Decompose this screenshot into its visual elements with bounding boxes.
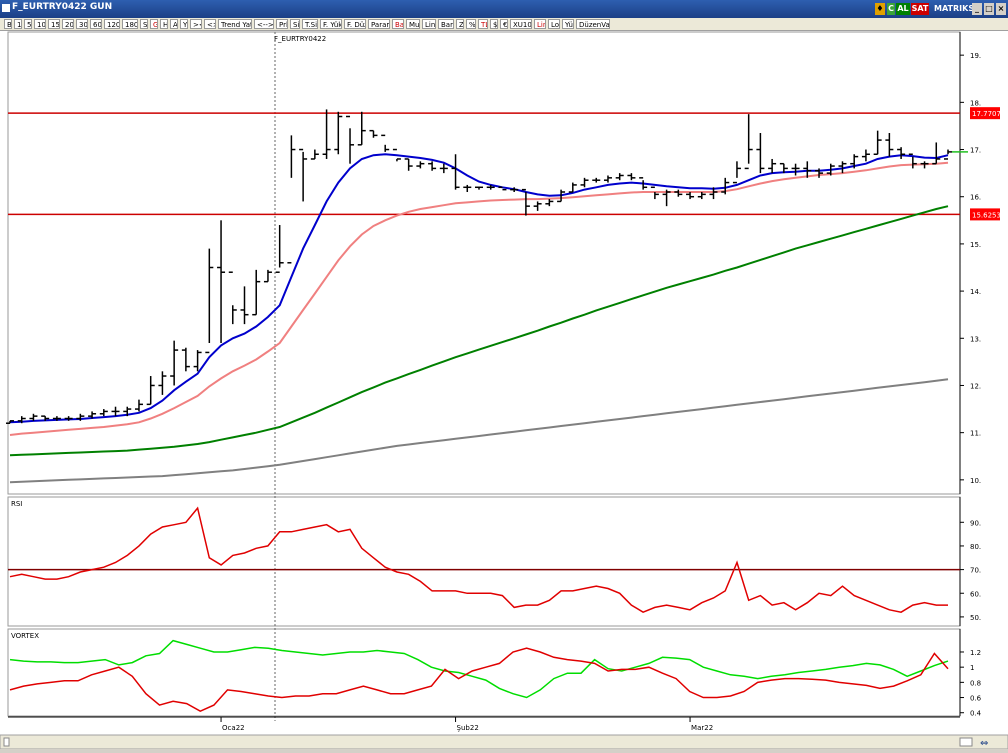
toolbar-item[interactable]: Lin	[534, 19, 546, 29]
toolbar-item[interactable]: F. Düz	[344, 19, 366, 29]
toolbar-item[interactable]: 30	[76, 19, 88, 29]
price-ytick-label: 11.	[970, 430, 981, 438]
toolbar-item[interactable]: 10	[34, 19, 46, 29]
toolbar-item[interactable]: ><	[190, 19, 202, 29]
toolbar-item[interactable]: Line	[422, 19, 436, 29]
symbol-label: F_EURTRY0422	[274, 35, 326, 43]
toolbar-item[interactable]: T.Sil	[302, 19, 318, 29]
toolbar-item[interactable]: $	[490, 19, 498, 29]
price-ytick-label: 19.	[970, 52, 981, 60]
rsi-ytick-label: 80.	[970, 543, 981, 551]
buy-button[interactable]: AL	[896, 3, 910, 15]
toolbar-item[interactable]: 180	[122, 19, 138, 29]
toolbar-item[interactable]: B	[4, 19, 12, 29]
toolbar-item[interactable]: Sil	[290, 19, 300, 29]
window-title-bar: F_EURTRY0422 GUN ♦ C AL SAT MATRIKS _ □ …	[0, 0, 1008, 18]
price-ytick-label: 12.	[970, 382, 981, 390]
vortex-ytick-label: 1	[970, 664, 974, 672]
vortex-ytick-label: 1.2	[970, 649, 981, 657]
x-tick-label: Oca22	[222, 724, 245, 732]
toolbar: B151015203060120180SGHAY><<>Trend Yatay<…	[0, 18, 1008, 31]
resistance-tag-label: 15.6253	[972, 211, 1001, 219]
toolbar-item[interactable]: Y	[180, 19, 188, 29]
pin-icon[interactable]: ♦	[875, 3, 885, 15]
x-tick-label: Şub22	[457, 724, 479, 732]
toolbar-item[interactable]: Bar	[392, 19, 404, 29]
toolbar-item[interactable]: Mum	[406, 19, 420, 29]
rsi-ytick-label: 50.	[970, 614, 981, 622]
toolbar-item[interactable]: Yüz	[562, 19, 574, 29]
sell-button[interactable]: SAT	[911, 3, 929, 15]
window-title: F_EURTRY0422 GUN	[12, 2, 113, 12]
panel-frame-2	[7, 628, 961, 717]
toolbar-item[interactable]: XU100	[510, 19, 532, 29]
toolbar-item[interactable]: DüzenVarXyc	[576, 19, 610, 29]
scroll-right-button	[959, 737, 973, 747]
toolbar-item[interactable]: Param	[368, 19, 390, 29]
rsi-title: RSI	[11, 500, 22, 508]
rsi-ytick-label: 70.	[970, 567, 981, 575]
toolbar-item[interactable]: TL	[478, 19, 488, 29]
price-ytick-label: 18.	[970, 99, 981, 107]
toolbar-item[interactable]: A	[170, 19, 178, 29]
vortex-ytick-label: 0.6	[970, 695, 982, 703]
toolbar-item[interactable]: 20	[62, 19, 74, 29]
refresh-icon[interactable]: C	[887, 3, 895, 15]
vortex-ytick-label: 0.8	[970, 679, 981, 687]
brand-logo: MATRIKS	[934, 4, 975, 13]
panel-frame-0	[7, 31, 961, 495]
minimize-icon[interactable]: _	[972, 3, 982, 15]
price-ytick-label: 15.	[970, 241, 981, 249]
horizontal-scrollbar	[0, 734, 1008, 750]
toolbar-item[interactable]: Log	[548, 19, 560, 29]
rsi-ytick-label: 90.	[970, 519, 981, 527]
zoom-icon: ⇔	[980, 738, 988, 749]
toolbar-item[interactable]: <>	[204, 19, 216, 29]
app-icon	[2, 4, 10, 12]
toolbar-item[interactable]: €	[500, 19, 508, 29]
toolbar-item[interactable]: %	[466, 19, 476, 29]
chart-svg: F_EURTRY0422 19. 18. 17. 16. 15. 14. 13. 12. 11. 1…	[0, 31, 1008, 750]
toolbar-item[interactable]: Prl	[276, 19, 288, 29]
toolbar-item[interactable]: G	[150, 19, 158, 29]
toolbar-item[interactable]: S	[140, 19, 148, 29]
chart-area: F_EURTRY0422 19. 18. 17. 16. 15. 14. 13. 12. 11. 1…	[0, 31, 1008, 750]
toolbar-item[interactable]: <-->	[254, 19, 274, 29]
toolbar-item[interactable]: 15	[48, 19, 60, 29]
maximize-icon[interactable]: □	[984, 3, 994, 15]
resistance-tag-label: 17.7707	[972, 110, 1001, 118]
rsi-line	[9, 506, 948, 614]
toolbar-item[interactable]: F. Yük	[320, 19, 342, 29]
toolbar-item[interactable]: Trend Yatay	[218, 19, 252, 29]
vortex-title: VORTEX	[11, 632, 39, 640]
toolbar-item[interactable]: Z	[456, 19, 464, 29]
panel-frame-1	[7, 496, 961, 627]
vortex-ytick-label: 0.4	[970, 710, 982, 718]
rsi-ytick-label: 60.	[970, 590, 981, 598]
price-ytick-label: 17.	[970, 147, 981, 155]
price-ytick-label: 10.	[970, 477, 981, 485]
toolbar-item[interactable]: 1	[14, 19, 22, 29]
price-ytick-label: 16.	[970, 194, 981, 202]
toolbar-item[interactable]: 60	[90, 19, 102, 29]
price-ytick-label: 13.	[970, 335, 981, 343]
price-ytick-label: 14.	[970, 288, 981, 296]
x-tick-label: Mar22	[691, 724, 713, 732]
toolbar-item[interactable]: 5	[24, 19, 32, 29]
close-icon[interactable]: ×	[996, 3, 1006, 15]
toolbar-item[interactable]: Bark	[438, 19, 454, 29]
scroll-left-button	[3, 737, 10, 747]
toolbar-item[interactable]: H	[160, 19, 168, 29]
vortex-minus-line	[9, 647, 949, 713]
toolbar-item[interactable]: 120	[104, 19, 120, 29]
